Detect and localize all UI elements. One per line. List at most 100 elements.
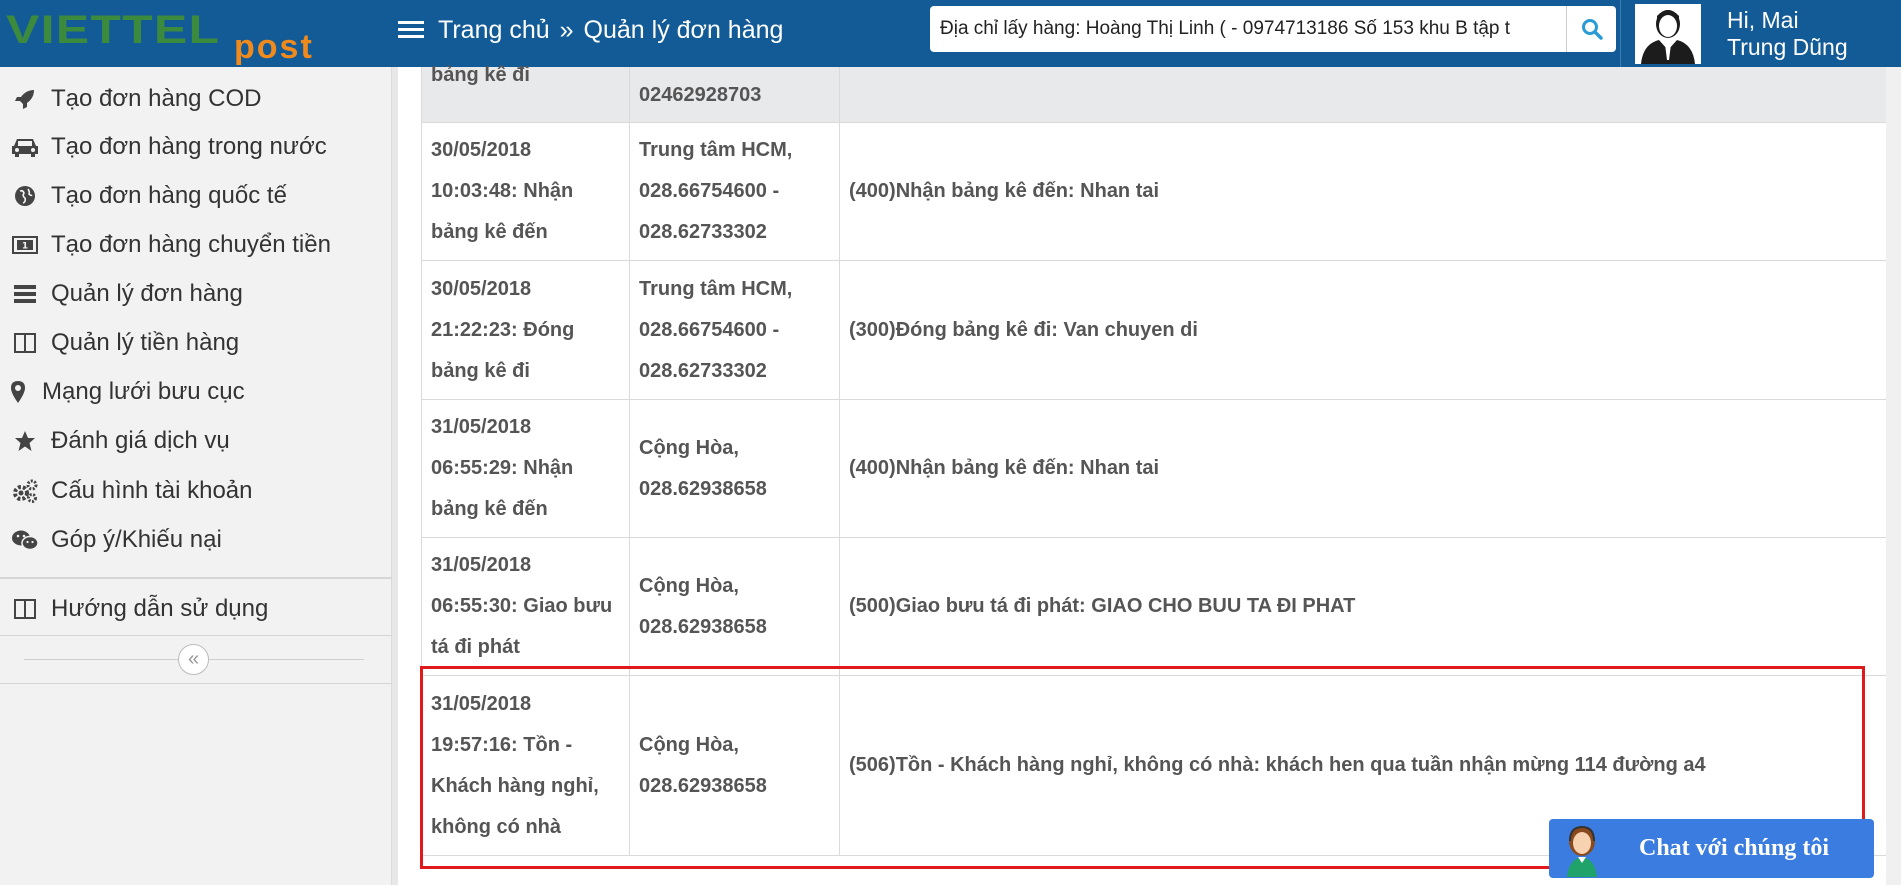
cell-line: Cộng Hòa, xyxy=(639,436,739,459)
table-cell-status: (500)Giao bưu tá đi phát: GIAO CHO BUU T… xyxy=(840,538,1886,675)
table-cell-status: (400)Nhận bảng kê đến: Nhan tai xyxy=(840,400,1886,537)
logo-primary-text: VIETTEL xyxy=(6,8,221,52)
cell-text: 02462928703 xyxy=(639,84,762,106)
star-icon xyxy=(11,429,39,453)
cell-line: 028.62938658 xyxy=(639,774,767,797)
table-cell-time: 30/05/2018 21:22:23: Đóng bảng kê đi xyxy=(421,261,630,399)
search-button[interactable] xyxy=(1566,6,1616,52)
svg-text:1: 1 xyxy=(22,242,28,252)
cell-line: Trung tâm HCM, xyxy=(639,139,793,161)
cell-text: bảng kê đi xyxy=(431,64,530,86)
sidebar-item-manage-orders[interactable]: Quản lý đơn hàng xyxy=(0,270,392,318)
table-cell-time: 31/05/2018 06:55:30: Giao bưu tá đi phát xyxy=(421,538,630,675)
sidebar-item-label: Đánh giá dịch vụ xyxy=(51,427,230,454)
cell-line: 028.66754600 - xyxy=(639,180,780,202)
breadcrumb: Trang chủ » Quản lý đơn hàng xyxy=(398,10,783,50)
cell-line: 06:55:29: Nhận xyxy=(431,457,574,479)
sidebar-item-label: Tạo đơn hàng COD xyxy=(51,85,262,112)
cell-line: 31/05/2018 xyxy=(431,416,532,438)
sidebar-gutter xyxy=(392,67,398,885)
table-cell-location: Trung tâm HCM, 028.66754600 - 028.627333… xyxy=(630,261,840,399)
logo-secondary-text: post xyxy=(234,28,314,66)
chat-button[interactable]: Chat với chúng tôi xyxy=(1549,819,1874,878)
cell-line: 31/05/2018 xyxy=(431,692,532,715)
cell-line: Cộng Hòa, xyxy=(639,574,739,597)
sidebar-item-create-international[interactable]: Tạo đơn hàng quốc tế xyxy=(0,172,392,220)
search-icon xyxy=(1581,19,1603,40)
sidebar-item-label: Tạo đơn hàng chuyển tiền xyxy=(51,231,331,258)
breadcrumb-separator: » xyxy=(559,15,574,44)
sidebar-item-create-cod[interactable]: Tạo đơn hàng COD xyxy=(0,75,392,123)
page-scrollbar[interactable] xyxy=(1886,67,1901,885)
cell-line: 21:22:23: Đóng xyxy=(431,318,575,341)
cell-line: 30/05/2018 xyxy=(431,139,532,161)
sidebar-divider xyxy=(0,683,392,684)
sidebar-divider xyxy=(0,577,392,579)
cell-line: Trung tâm HCM, xyxy=(639,277,793,300)
table-cell-status: (400)Nhận bảng kê đến: Nhan tai xyxy=(840,123,1886,260)
table-cell-status: (300)Đóng bảng kê đi: Van chuyen di xyxy=(840,261,1886,399)
cell-line: (506)Tồn - Khách hàng nghỉ, không có nhà… xyxy=(849,754,1706,776)
cell-line: 31/05/2018 xyxy=(431,554,532,576)
sidebar-item-feedback[interactable]: Góp ý/Khiếu nại xyxy=(0,516,392,564)
cell-line: 06:55:30: Giao bưu xyxy=(431,595,613,617)
table-cell-time: 31/05/2018 19:57:16: Tồn - Khách hàng ng… xyxy=(421,676,630,855)
menu-list-icon[interactable] xyxy=(398,19,424,41)
cell-line: 028.66754600 - xyxy=(639,318,780,341)
chat-label: Chat với chúng tôi xyxy=(1639,835,1829,861)
cell-line: Khách hàng nghỉ, xyxy=(431,774,599,797)
sidebar-item-account-config[interactable]: Cấu hình tài khoản xyxy=(0,467,392,515)
table-cell-time: bảng kê đi xyxy=(421,64,630,122)
support-agent-icon xyxy=(1567,825,1597,877)
user-menu[interactable]: Hi, Mai Trung Dũng xyxy=(1620,0,1848,67)
globe-icon xyxy=(11,184,39,208)
table-cell-location: 02462928703 xyxy=(630,67,840,122)
sidebar-item-create-domestic[interactable]: Tạo đơn hàng trong nước xyxy=(0,123,392,171)
sidebar-collapse-button[interactable]: « xyxy=(178,644,209,675)
cell-line: bảng kê đi xyxy=(431,359,530,382)
sidebar: Tạo đơn hàng COD Tạo đơn hàng trong nước… xyxy=(0,67,392,885)
sidebar-item-guide[interactable]: Hướng dẫn sử dụng xyxy=(0,585,392,633)
columns-icon xyxy=(11,331,39,355)
cogs-icon xyxy=(11,479,39,503)
cell-line: Cộng Hòa, xyxy=(639,733,739,756)
cell-line: 028.62938658 xyxy=(639,477,767,500)
cell-line: (400)Nhận bảng kê đến: Nhan tai xyxy=(849,457,1160,479)
search-input[interactable] xyxy=(930,6,1566,52)
breadcrumb-current: Quản lý đơn hàng xyxy=(583,15,784,44)
cell-line: 028.62938658 xyxy=(639,615,767,638)
table-cell-time: 30/05/2018 10:03:48: Nhận bảng kê đến xyxy=(421,123,630,260)
table-cell-location: Cộng Hòa, 028.62938658 xyxy=(630,538,840,675)
user-divider xyxy=(1620,0,1621,67)
rocket-icon xyxy=(11,87,39,111)
user-avatar[interactable] xyxy=(1635,3,1701,64)
cell-line: tá đi phát xyxy=(431,636,520,658)
table-cell-location: Cộng Hòa, 028.62938658 xyxy=(630,676,840,855)
breadcrumb-home[interactable]: Trang chủ xyxy=(438,16,550,45)
sidebar-item-label: Tạo đơn hàng quốc tế xyxy=(51,182,287,209)
sidebar-item-label: Tạo đơn hàng trong nước xyxy=(51,133,327,160)
wechat-icon xyxy=(11,528,39,552)
viettel-post-logo[interactable]: VIETTEL post xyxy=(0,0,390,67)
cell-line: (400)Nhận bảng kê đến: Nhan tai xyxy=(849,180,1160,202)
map-marker-icon xyxy=(4,380,32,404)
cell-line: 028.62733302 xyxy=(639,359,767,382)
greeting-line2: Trung Dũng xyxy=(1727,33,1848,60)
cell-line: 028.62733302 xyxy=(639,221,767,243)
cell-line: (300)Đóng bảng kê đi: Van chuyen di xyxy=(849,318,1198,341)
sidebar-item-label: Mạng lưới bưu cục xyxy=(42,378,245,405)
sidebar-item-create-transfer[interactable]: 1 Tạo đơn hàng chuyển tiền xyxy=(0,221,392,269)
avatar-icon xyxy=(1635,3,1701,64)
cell-line: không có nhà xyxy=(431,815,561,838)
sidebar-item-manage-money[interactable]: Quản lý tiền hàng xyxy=(0,319,392,367)
list-icon xyxy=(11,282,39,306)
sidebar-item-rate-service[interactable]: Đánh giá dịch vụ xyxy=(0,417,392,465)
user-greeting[interactable]: Hi, Mai Trung Dũng xyxy=(1727,7,1848,61)
table-cell-status xyxy=(840,67,1886,122)
sidebar-divider xyxy=(0,635,392,636)
sidebar-item-label: Góp ý/Khiếu nại xyxy=(51,526,222,553)
table-cell-time: 31/05/2018 06:55:29: Nhận bảng kê đến xyxy=(421,400,630,537)
table-cell-location: Cộng Hòa, 028.62938658 xyxy=(630,400,840,537)
sidebar-item-post-network[interactable]: Mạng lưới bưu cục xyxy=(0,368,392,416)
tracking-table: bảng kê đi 02462928703 30/05/2018 10:03:… xyxy=(421,64,1886,857)
